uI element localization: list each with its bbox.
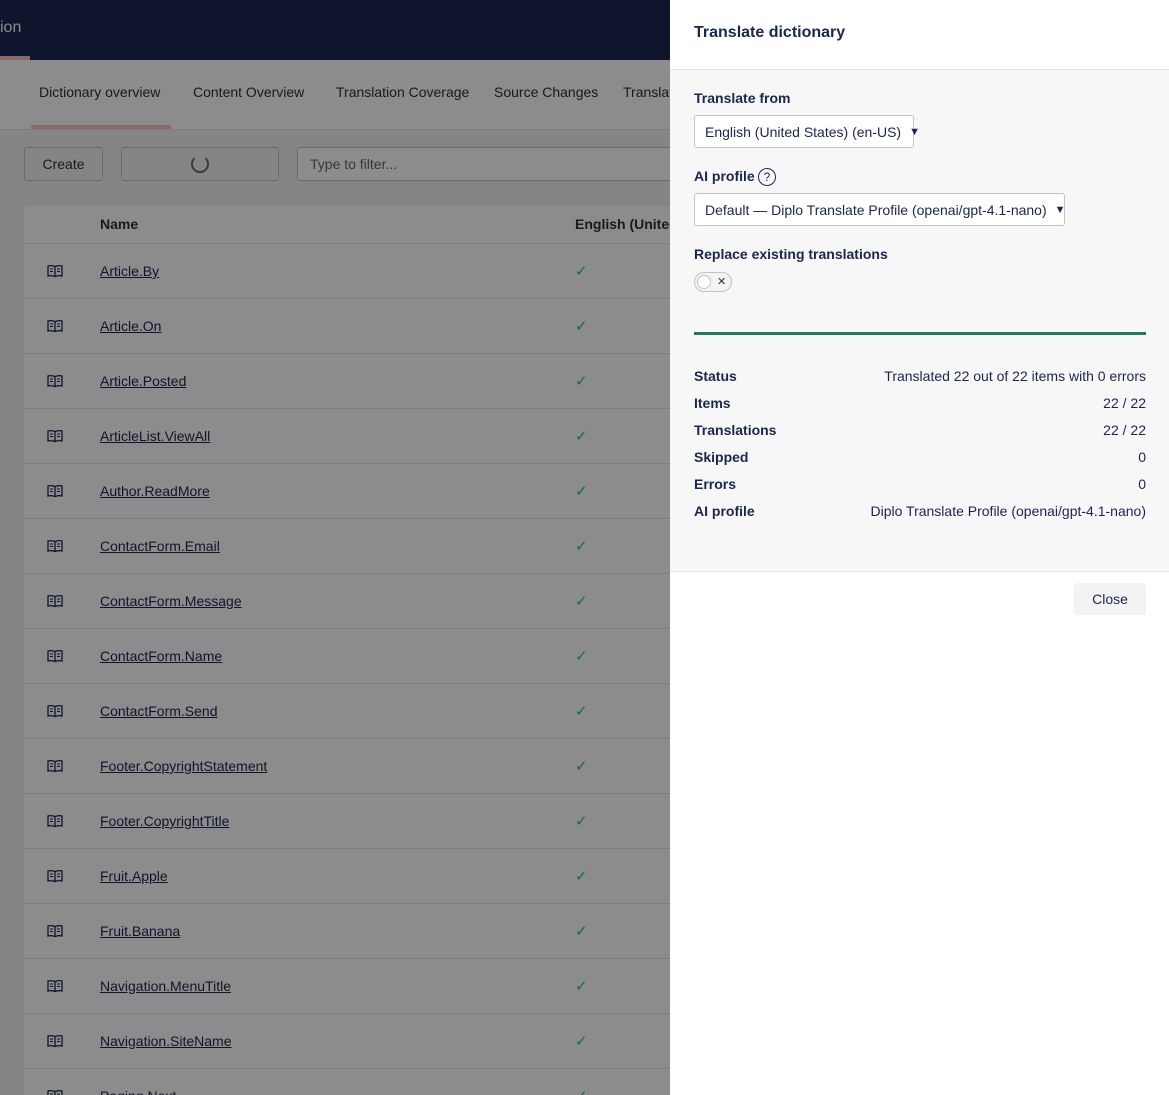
- stat-key: Items: [694, 395, 731, 411]
- stat-value: 22 / 22: [1103, 422, 1146, 438]
- stat-key: Translations: [694, 422, 777, 438]
- chevron-down-icon: ▼: [909, 125, 920, 138]
- translate-from-value: English (United States) (en-US): [705, 123, 902, 140]
- stat-row: Status Translated 22 out of 22 items with…: [694, 368, 1146, 388]
- stat-value: 0: [1138, 476, 1146, 492]
- translate-from-label: Translate from: [694, 90, 791, 106]
- ai-profile-label: AI profile: [694, 168, 755, 184]
- panel-body: Translate from English (United States) (…: [670, 70, 1169, 572]
- help-circle-icon[interactable]: ?: [758, 168, 776, 186]
- toggle-knob: [697, 275, 711, 289]
- stat-row: Errors 0: [694, 476, 1146, 496]
- stat-row: Items 22 / 22: [694, 395, 1146, 415]
- replace-translations-toggle[interactable]: ✕: [694, 272, 732, 292]
- modal-backdrop[interactable]: [0, 0, 670, 1095]
- replace-translations-label: Replace existing translations: [694, 246, 888, 262]
- stat-value: Translated 22 out of 22 items with 0 err…: [884, 368, 1146, 384]
- panel-header: Translate dictionary: [670, 0, 1169, 70]
- panel-title: Translate dictionary: [694, 24, 846, 41]
- ai-profile-select[interactable]: Default — Diplo Translate Profile (opena…: [694, 193, 1066, 226]
- translation-progress-bar: [694, 332, 1146, 335]
- stat-key: AI profile: [694, 503, 755, 519]
- stat-key: Skipped: [694, 449, 749, 465]
- stat-value: Diplo Translate Profile (openai/gpt-4.1-…: [870, 503, 1147, 519]
- stat-row: Skipped 0: [694, 449, 1146, 469]
- stat-row: AI profile Diplo Translate Profile (opena…: [694, 503, 1146, 523]
- ai-profile-value: Default — Diplo Translate Profile (opena…: [705, 201, 1047, 218]
- translate-from-select[interactable]: English (United States) (en-US) ▼: [694, 115, 920, 148]
- stat-key: Errors: [694, 476, 737, 492]
- progress-fill: [694, 332, 1146, 335]
- close-button[interactable]: Close: [1074, 583, 1146, 615]
- x-icon: ✕: [717, 276, 727, 288]
- stat-value: 0: [1138, 449, 1146, 465]
- stat-row: Translations 22 / 22: [694, 422, 1146, 442]
- chevron-down-icon: ▼: [1054, 203, 1066, 216]
- translate-dictionary-panel: Translate dictionary Translate from Engl…: [670, 0, 1169, 1095]
- stat-key: Status: [694, 368, 737, 384]
- stat-value: 22 / 22: [1103, 395, 1146, 411]
